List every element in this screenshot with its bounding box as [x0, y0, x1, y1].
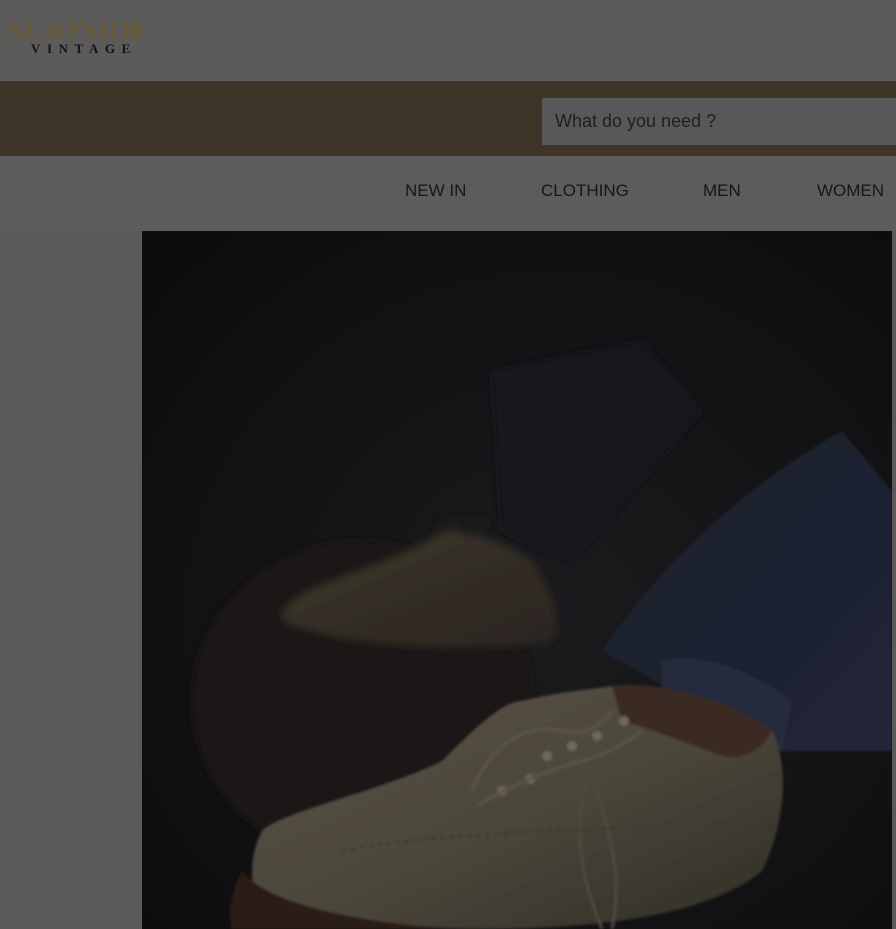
main-nav: NEW IN CLOTHING MEN WOMEN: [0, 156, 896, 230]
right-edge: [892, 230, 896, 929]
nav-item-new-in[interactable]: NEW IN: [405, 181, 466, 201]
hero-image: [142, 231, 892, 929]
site-logo[interactable]: SURFSIDE VINTAGE: [8, 16, 158, 60]
nav-item-clothing[interactable]: CLOTHING: [541, 181, 629, 201]
logo-tagline: VINTAGE: [31, 41, 137, 56]
search-input[interactable]: [542, 98, 896, 145]
boots-photo: [142, 231, 892, 929]
nav-item-men[interactable]: MEN: [703, 181, 741, 201]
nav-item-women[interactable]: WOMEN: [817, 181, 884, 201]
site-header: SURFSIDE VINTAGE: [0, 0, 896, 80]
sidebar-panel: [0, 230, 142, 929]
search-bar: [0, 81, 896, 156]
